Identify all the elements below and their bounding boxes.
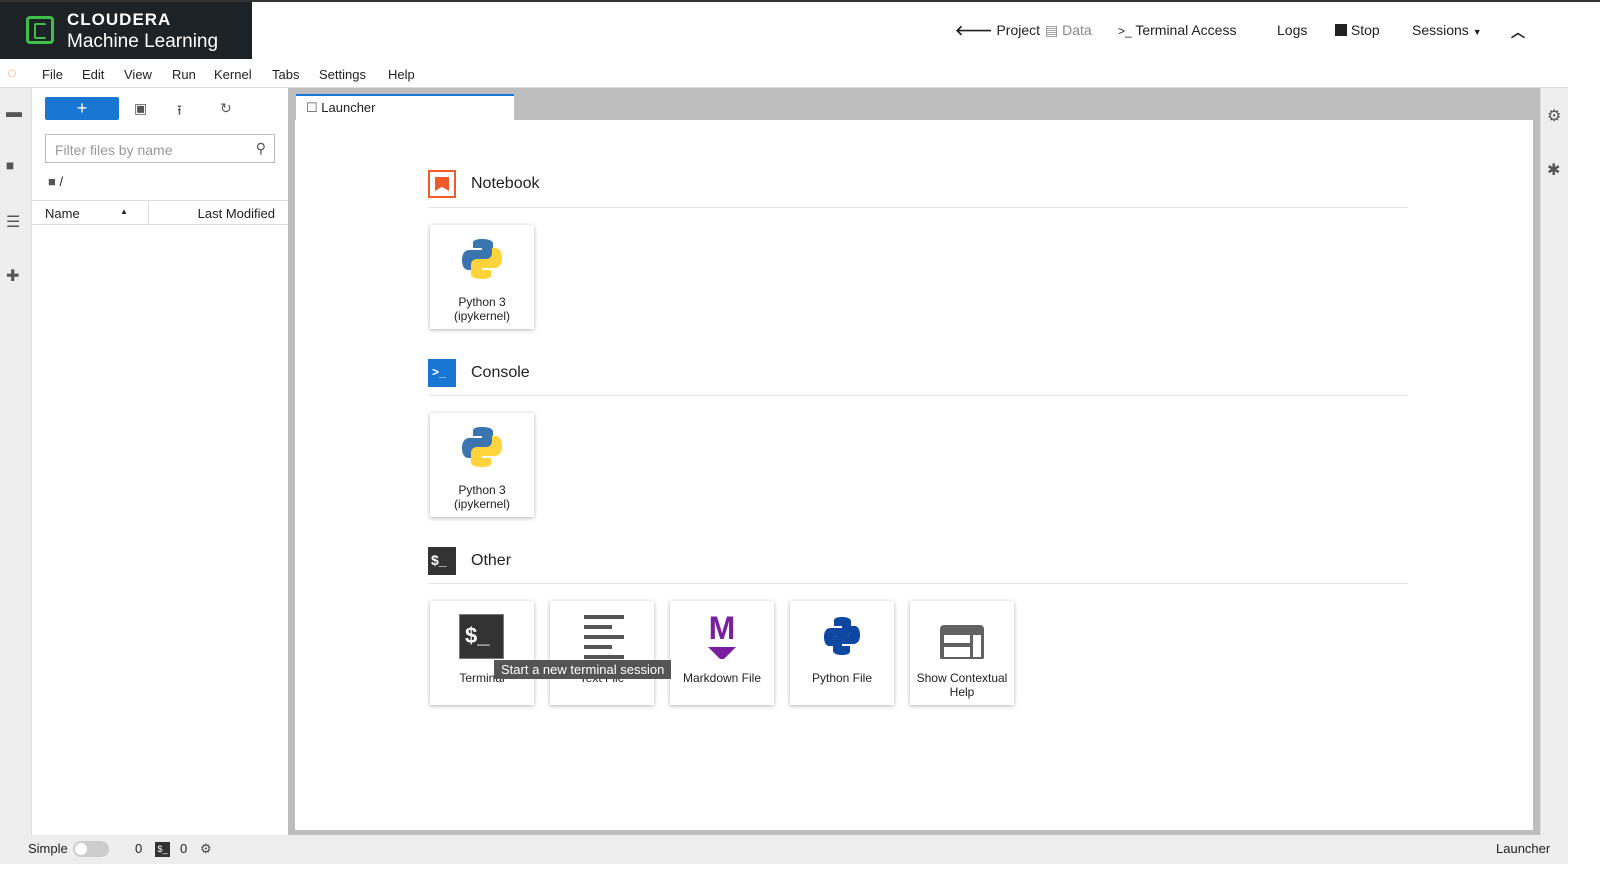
terminal-icon: $_: [459, 614, 504, 659]
tab-launcher[interactable]: ☐ Launcher: [296, 94, 514, 120]
folder-icon[interactable]: ▬: [6, 104, 22, 122]
jupyter-logo-icon: ◌: [7, 65, 17, 82]
divider: [428, 583, 1408, 584]
breadcrumb-root: /: [59, 174, 64, 189]
python-file-icon: [824, 617, 860, 655]
simple-mode-label: Simple: [28, 841, 68, 856]
python-logo-icon: [462, 239, 502, 279]
right-sidebar: ⚙ ✱: [1540, 88, 1568, 835]
data-link[interactable]: ▤ Data: [1045, 22, 1092, 39]
cloudera-logo[interactable]: CLOUDERA Machine Learning: [0, 2, 252, 59]
stop-button[interactable]: Stop: [1335, 22, 1380, 38]
column-name-label: Name: [45, 206, 80, 221]
notebook-python3-card[interactable]: Python 3 (ipykernel): [430, 225, 534, 329]
collapse-chevron-icon[interactable]: ︿: [1511, 22, 1525, 42]
terminal-icon: $_: [428, 547, 456, 575]
kernel-count[interactable]: 0: [135, 841, 142, 856]
new-folder-icon[interactable]: ▣: [134, 100, 147, 117]
section-title: Console: [471, 364, 530, 381]
project-label: Project: [996, 22, 1041, 38]
markdown-file-card[interactable]: M Markdown File: [670, 601, 774, 705]
markdown-icon: M: [708, 611, 736, 659]
property-inspector-gears-icon[interactable]: ⚙: [1547, 106, 1561, 126]
terminal-card[interactable]: $_ Terminal: [430, 601, 534, 705]
database-icon: ▤: [1045, 22, 1059, 38]
brand-name: CLOUDERA: [67, 10, 172, 29]
python-logo-icon: [462, 427, 502, 467]
python-file-card[interactable]: Python File: [790, 601, 894, 705]
arrow-left-icon: 🡐: [955, 22, 993, 38]
card-label: Python 3 (ipykernel): [453, 295, 510, 323]
terminal-access-label: Terminal Access: [1135, 22, 1237, 38]
sessions-label: Sessions: [1412, 22, 1469, 38]
tab-label: Launcher: [321, 100, 376, 115]
folder-icon: ■: [48, 174, 56, 189]
product-name: Machine Learning: [67, 31, 219, 52]
filter-files-input[interactable]: Filter files by name ⚲: [45, 134, 275, 163]
card-label: Python 3 (ipykernel): [453, 483, 510, 511]
data-label: Data: [1062, 22, 1092, 38]
refresh-icon[interactable]: ↻: [220, 100, 232, 117]
menu-tabs[interactable]: Tabs: [272, 67, 299, 82]
running-stop-icon[interactable]: ⏹: [6, 158, 14, 176]
sort-up-icon: ▲: [120, 207, 128, 216]
notebook-icon: [428, 170, 456, 198]
column-last-modified[interactable]: Last Modified: [198, 206, 275, 221]
cloudera-logo-icon: [26, 16, 54, 44]
menu-bar: ◌ File Edit View Run Kernel Tabs Setting…: [0, 62, 1568, 88]
terminal-icon: $_: [155, 842, 170, 857]
caret-down-icon: ▼: [1472, 27, 1482, 37]
card-label: Python File: [811, 671, 873, 685]
file-list-header: Name ▲ Last Modified: [32, 200, 288, 225]
launcher-icon: ☐: [306, 100, 318, 115]
simple-mode-toggle[interactable]: [73, 841, 109, 857]
prompt-icon: >_: [1118, 24, 1132, 38]
divider: [428, 395, 1408, 396]
terminal-access-link[interactable]: >_ Terminal Access: [1118, 22, 1236, 38]
search-icon: ⚲: [255, 140, 266, 156]
menu-kernel[interactable]: Kernel: [214, 67, 252, 82]
svg-text:M: M: [709, 611, 736, 646]
filter-placeholder: Filter files by name: [55, 142, 173, 158]
project-link[interactable]: 🡐 Project: [955, 22, 1040, 39]
toc-list-icon[interactable]: ☰: [6, 212, 20, 232]
column-name[interactable]: Name: [45, 206, 80, 221]
menu-run[interactable]: Run: [172, 67, 196, 82]
status-bar: Simple 0 $_ 0 ⚙ Launcher: [0, 835, 1568, 864]
debugger-bug-icon[interactable]: ✱: [1547, 160, 1560, 180]
menu-file[interactable]: File: [42, 67, 63, 82]
card-label: Show Contextual Help: [916, 671, 1008, 699]
activity-bar: ▬ ⏹ ☰ ✚: [0, 88, 32, 835]
contextual-help-icon: [940, 625, 984, 659]
section-title: Other: [471, 552, 512, 569]
stop-icon: [1335, 24, 1347, 36]
stop-label: Stop: [1350, 22, 1380, 38]
menu-edit[interactable]: Edit: [82, 67, 104, 82]
current-activity: Launcher: [1496, 841, 1551, 856]
upload-icon[interactable]: ⭱: [177, 100, 182, 124]
column-divider: [148, 201, 149, 225]
text-file-icon: [584, 615, 624, 659]
menu-view[interactable]: View: [124, 67, 152, 82]
tooltip: Start a new terminal session: [494, 660, 672, 679]
logs-link[interactable]: Logs: [1277, 22, 1307, 38]
terminal-count[interactable]: 0: [180, 841, 187, 856]
new-launcher-button[interactable]: +: [45, 97, 119, 120]
divider: [428, 207, 1408, 208]
section-title: Notebook: [471, 175, 540, 192]
contextual-help-card[interactable]: Show Contextual Help: [910, 601, 1014, 705]
text-file-card[interactable]: Text File: [550, 601, 654, 705]
memory-chip-icon: ⚙: [200, 841, 212, 856]
console-icon: >_: [428, 359, 456, 387]
sessions-dropdown[interactable]: Sessions ▼: [1412, 22, 1482, 38]
menu-help[interactable]: Help: [388, 67, 415, 82]
breadcrumb[interactable]: ■ /: [48, 174, 63, 189]
extension-puzzle-icon[interactable]: ✚: [6, 266, 19, 286]
console-python3-card[interactable]: Python 3 (ipykernel): [430, 413, 534, 517]
card-label: Markdown File: [682, 671, 762, 685]
menu-settings[interactable]: Settings: [319, 67, 366, 82]
